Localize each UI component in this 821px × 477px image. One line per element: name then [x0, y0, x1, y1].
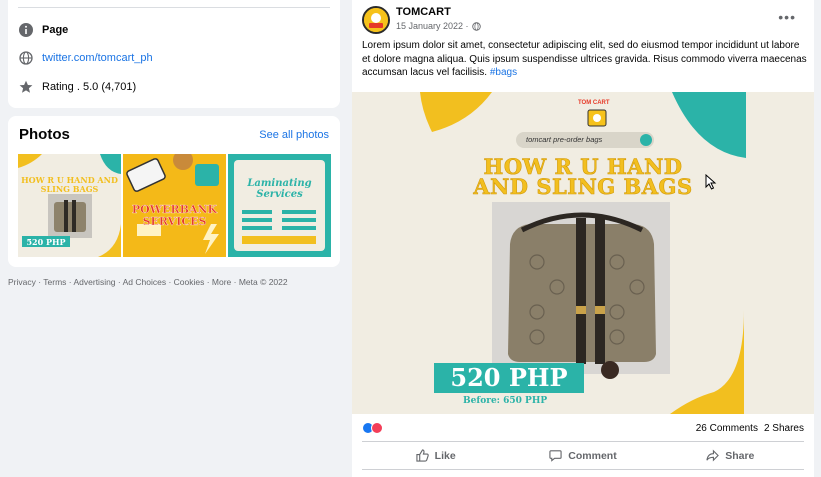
- public-globe-icon: [471, 21, 481, 31]
- rating-text: Rating . 5.0 (4,701): [42, 81, 137, 93]
- image-logo-text: TOM CART: [578, 100, 610, 106]
- image-search-pill: tomcart pre-order bags: [516, 132, 654, 148]
- mouse-cursor-icon: [705, 174, 717, 190]
- image-search-text: tomcart pre-order bags: [526, 135, 603, 144]
- image-before-price: Before: 650 PHP: [463, 396, 548, 406]
- about-card: Page twitter.com/tomcart_ph Rating . 5.0…: [8, 0, 340, 108]
- share-label: Share: [725, 449, 755, 462]
- post-date-text: 15 January 2022 ·: [396, 21, 469, 31]
- info-icon: [19, 23, 33, 37]
- search-icon: [640, 134, 652, 146]
- love-reaction-icon: [371, 422, 383, 434]
- image-price: 520 PHP: [434, 363, 584, 393]
- page-type-label: Page: [42, 24, 69, 36]
- image-headline-line2: AND SLING BAGS: [473, 174, 693, 200]
- thumb-powerbank-title: POWERBANK SERVICES: [131, 203, 218, 228]
- post-author[interactable]: TOMCART: [396, 6, 451, 18]
- see-all-photos-link[interactable]: See all photos: [259, 129, 329, 141]
- divider: [362, 469, 804, 470]
- shares-count[interactable]: 2 Shares: [764, 423, 804, 434]
- author-avatar[interactable]: [362, 6, 390, 34]
- globe-icon: [19, 51, 33, 65]
- divider: [18, 7, 330, 8]
- post-actions: Like Comment Share: [362, 449, 804, 462]
- reaction-icons[interactable]: [362, 422, 383, 434]
- like-button[interactable]: Like: [362, 449, 509, 462]
- comments-count[interactable]: 26 Comments: [696, 423, 758, 434]
- thumb-bags-price: 520 PHP: [26, 237, 66, 247]
- photo-thumbnail-bags[interactable]: HOW R U HAND AND SLING BAGS 520 PHP: [18, 154, 121, 257]
- divider: [362, 441, 804, 442]
- hashtag-link[interactable]: #bags: [490, 67, 517, 78]
- photos-card: Photos See all photos HOW R U HAND AND S…: [8, 116, 340, 267]
- comment-button[interactable]: Comment: [509, 449, 656, 462]
- photos-title: Photos: [19, 126, 70, 143]
- thumb-bags-title: HOW R U HAND AND SLING BAGS: [21, 175, 118, 194]
- post-text: Lorem ipsum dolor sit amet, consectetur …: [362, 39, 807, 80]
- thumbs-up-icon: [416, 449, 429, 462]
- post-card: TOMCART 15 January 2022 · ••• Lorem ipsu…: [352, 0, 814, 477]
- more-options-icon[interactable]: •••: [778, 9, 796, 25]
- link-row[interactable]: twitter.com/tomcart_ph: [19, 51, 153, 65]
- thumb-laminating-title: Laminating Services: [247, 178, 312, 200]
- photo-thumbnail-powerbank[interactable]: POWERBANK SERVICES: [123, 154, 226, 257]
- twitter-link[interactable]: twitter.com/tomcart_ph: [42, 52, 153, 64]
- like-label: Like: [434, 449, 456, 462]
- photo-thumbnail-laminating[interactable]: Laminating Services: [228, 154, 331, 257]
- laminating-thumbnail-image: [234, 160, 325, 251]
- page-type-row: Page: [19, 23, 68, 37]
- share-arrow-icon: [706, 449, 720, 462]
- post-image[interactable]: TOM CART tomcart pre-order bags HOW R U …: [352, 92, 814, 414]
- post-body: Lorem ipsum dolor sit amet, consectetur …: [362, 40, 807, 78]
- footer-links[interactable]: Privacy · Terms · Advertising · Ad Choic…: [8, 277, 288, 287]
- tomcart-logo-icon: [364, 8, 388, 32]
- comment-label: Comment: [568, 449, 617, 462]
- rating-row: Rating . 5.0 (4,701): [19, 80, 136, 94]
- share-button[interactable]: Share: [657, 449, 804, 462]
- post-date[interactable]: 15 January 2022 ·: [396, 21, 481, 31]
- post-stats: 26 Comments 2 Shares: [362, 422, 804, 436]
- comment-icon: [549, 450, 562, 462]
- star-icon: [19, 80, 33, 93]
